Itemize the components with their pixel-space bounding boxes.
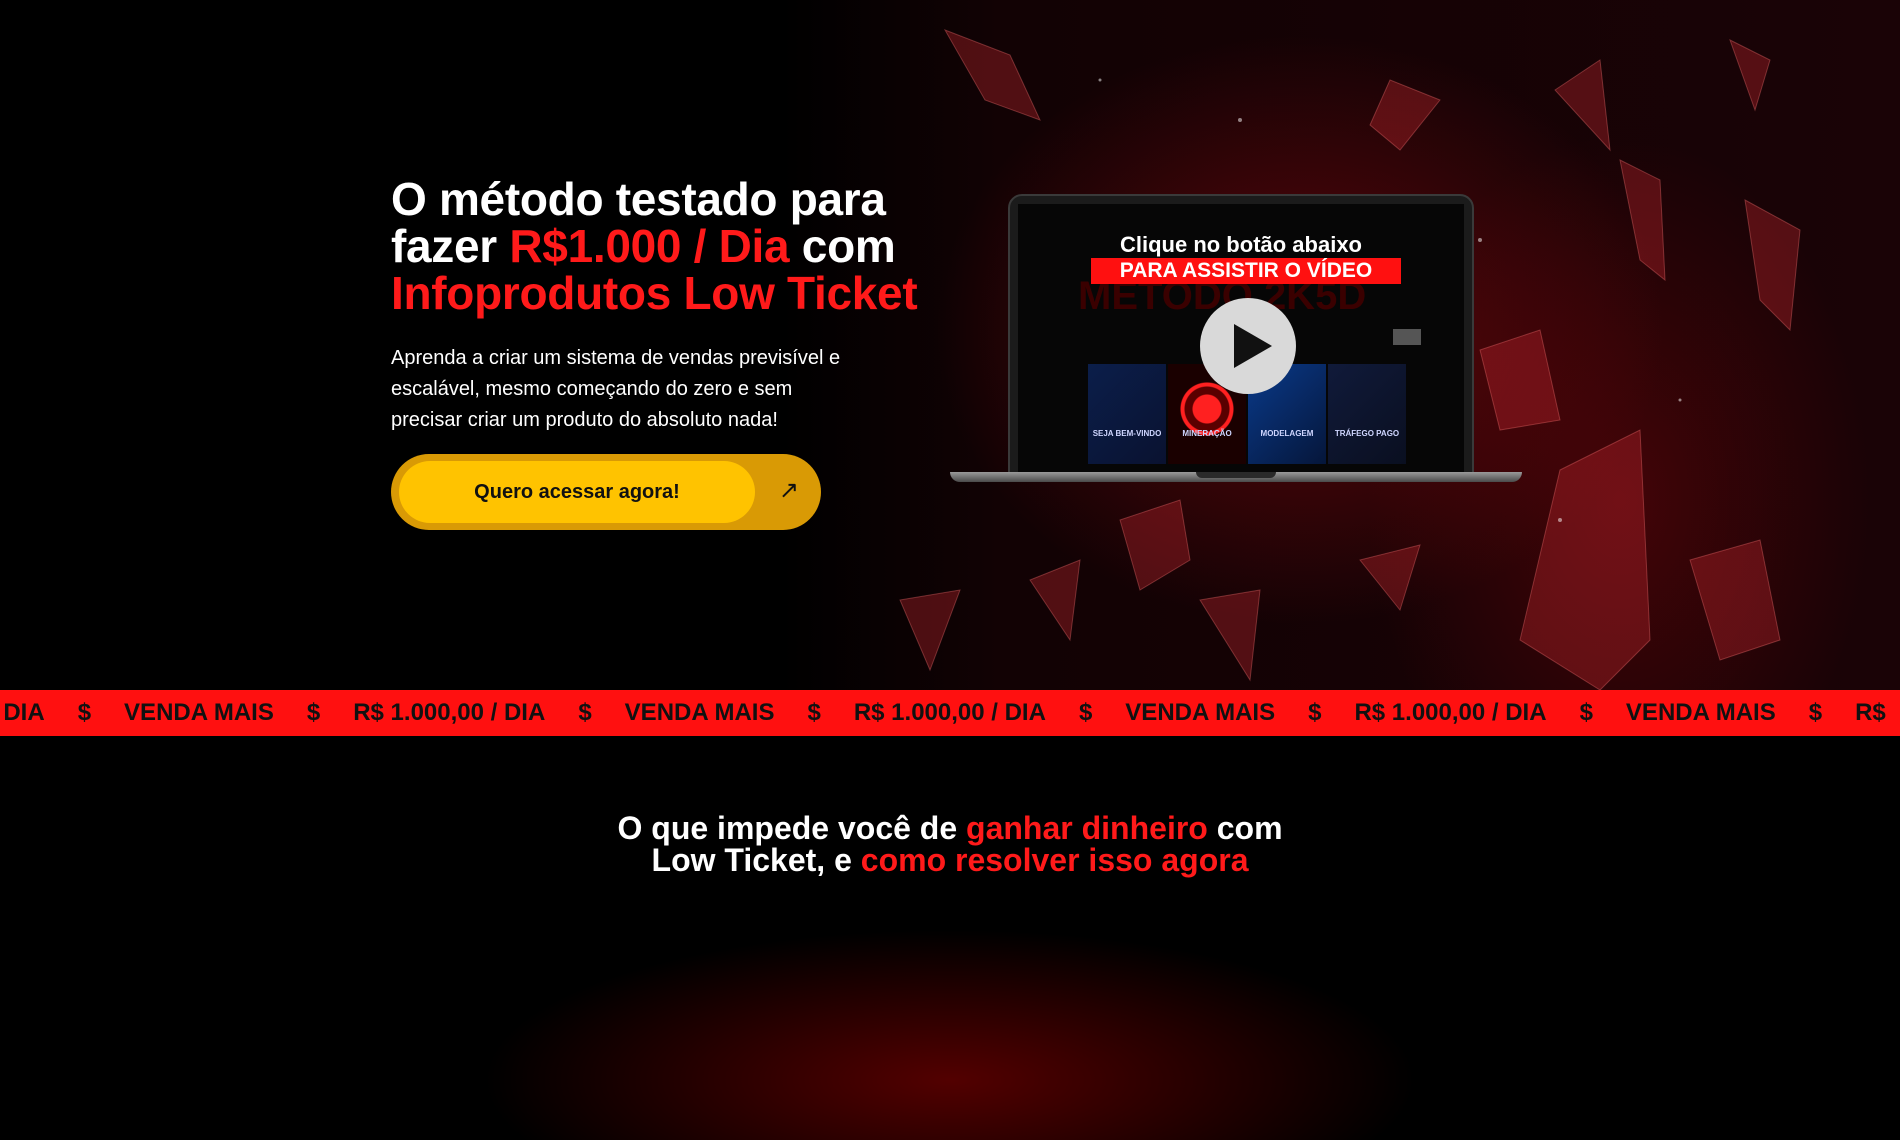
ticker-item: VENDA MAIS <box>124 699 274 726</box>
ticker-item: VENDA MAIS <box>624 699 775 726</box>
headline-part: com <box>789 220 896 272</box>
ticker-item: VENDA MAIS <box>1625 699 1776 726</box>
dollar-sign-icon: $ <box>306 699 321 726</box>
dollar-sign-icon: $ <box>1808 699 1823 726</box>
ticker-track: 0 / DIA $ VENDA MAIS $ R$ 1.000,00 / DIA $ VEN… <box>0 690 1900 736</box>
hero-text: O método testado para fazer R$1.000 / Di… <box>391 176 971 436</box>
module-tile-label: MODELAGEM <box>1260 429 1314 438</box>
cta-button-label[interactable]: Quero acessar agora! <box>399 461 755 523</box>
headline-highlight-product: Infoprodutos Low Ticket <box>391 267 918 319</box>
video-laptop: METODO 2K5D Clique no botão abaixo PARA … <box>950 192 1522 482</box>
hero-subtext: Aprenda a criar um sistema de vendas pre… <box>391 347 841 431</box>
section-title-text: O que impede você de <box>617 810 967 846</box>
ticker-item: R$ 1.000,00 / DIA <box>853 699 1046 726</box>
ticker-item: R$ 1.000,00 / DIA <box>353 699 546 726</box>
ticker-item: R$ 1.000,00 / DIA <box>1354 699 1547 726</box>
arrow-up-right-icon: ↗ <box>778 477 799 504</box>
section-title-highlight: ganhar dinheiro <box>966 810 1208 846</box>
ticker-item: 0 / DIA <box>0 699 45 726</box>
dollar-sign-icon: $ <box>578 699 592 726</box>
module-tile: TRÁFEGO PAGO <box>1328 364 1406 464</box>
video-banner: PARA ASSISTIR O VÍDEO <box>1091 258 1401 284</box>
dollar-sign-icon: $ <box>1579 699 1593 726</box>
dollar-sign-icon: $ <box>807 699 821 726</box>
ticker-item: VENDA MAIS <box>1125 699 1276 726</box>
module-tile-label: MINERAÇÃO <box>1182 429 1232 438</box>
section-title-text: com <box>1207 810 1283 846</box>
module-tile-label: TRÁFEGO PAGO <box>1334 429 1400 438</box>
cta-button[interactable]: Quero acessar agora! ↗ <box>391 454 821 530</box>
video-player[interactable]: METODO 2K5D Clique no botão abaixo PARA … <box>1018 204 1464 472</box>
laptop-screen-frame: METODO 2K5D Clique no botão abaixo PARA … <box>1008 194 1474 478</box>
video-title: Clique no botão abaixo <box>1119 232 1362 257</box>
section-title-highlight: como resolver isso agora <box>860 842 1249 878</box>
play-icon <box>1234 324 1272 368</box>
hero-headline: O método testado para fazer R$1.000 / Di… <box>391 176 971 317</box>
ticker-item: R$ <box>1855 699 1886 726</box>
section-title-text: Low Ticket, e <box>651 842 861 878</box>
laptop-notch <box>1196 472 1276 478</box>
module-tile: SEJA BEM-VINDO <box>1088 364 1166 464</box>
module-tile-label: SEJA BEM-VINDO <box>1092 429 1162 438</box>
section-title: O que impede você de ganhar dinheiro com… <box>0 812 1900 876</box>
ticker-banner: 0 / DIA $ VENDA MAIS $ R$ 1.000,00 / DIA $ VEN… <box>0 690 1900 736</box>
dollar-sign-icon: $ <box>77 699 92 726</box>
dollar-sign-icon: $ <box>1078 699 1093 726</box>
bottom-red-glow <box>250 880 1650 1140</box>
dollar-sign-icon: $ <box>1308 699 1322 726</box>
headline-highlight-amount: R$1.000 / Dia <box>509 220 790 272</box>
play-button[interactable] <box>1200 298 1296 394</box>
